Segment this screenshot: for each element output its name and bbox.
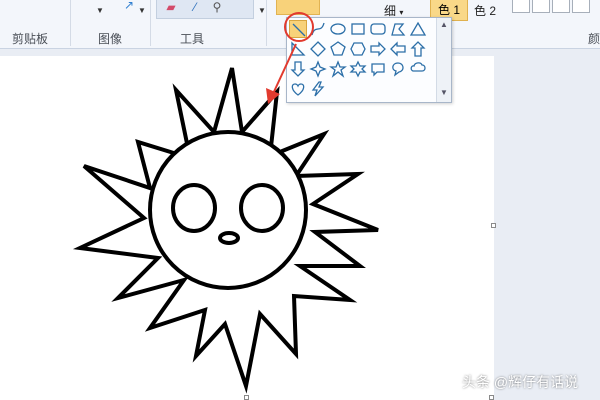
annotation-arrow-head bbox=[266, 88, 280, 104]
annotation-arrow-line bbox=[271, 43, 297, 97]
watermark: 头条 @辉仔有话说 bbox=[462, 374, 579, 390]
annotation-arrow bbox=[266, 43, 297, 104]
